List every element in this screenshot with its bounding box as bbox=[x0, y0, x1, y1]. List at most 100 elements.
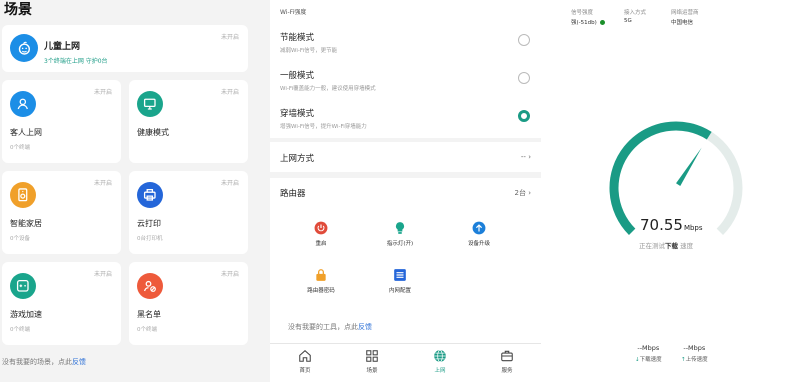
mode-normal[interactable]: 一般模式 Wi-Fi覆盖能力一般，建议使用穿墙模式 bbox=[280, 69, 376, 92]
mode-normal-radio[interactable] bbox=[518, 72, 530, 84]
internet-method-value: -- › bbox=[521, 153, 531, 161]
bulb-icon bbox=[393, 221, 407, 235]
speedtest-panel: 信号强度 强(-51db) 接入方式 5G 网络运营商 中国电信 70.55Mb… bbox=[541, 0, 800, 382]
speed-readout: 70.55Mbps bbox=[640, 216, 703, 234]
internet-method-label: 上网方式 bbox=[280, 154, 315, 164]
nav-label: 场景 bbox=[366, 368, 378, 374]
speed-gauge bbox=[609, 121, 743, 236]
router-section: 路由器 2台 › 重启 指示灯(开) 设备升级 路由器密码 内网配置 没有我要的… bbox=[270, 178, 541, 343]
scene-label: 黑名单 bbox=[137, 310, 161, 319]
scenes-title: 场景 bbox=[4, 2, 32, 18]
scenes-feedback-link[interactable]: 反馈 bbox=[72, 358, 86, 366]
scene-card-cloud-print[interactable]: 未开启 云打印 0台打印机 bbox=[129, 171, 248, 254]
scene-sub: 0个终端 bbox=[10, 327, 30, 333]
scene-sub: 0个设备 bbox=[10, 236, 30, 242]
mode-desc: Wi-Fi覆盖能力一般，建议使用穿墙模式 bbox=[280, 86, 376, 92]
signal-strength-label: 信号强度 bbox=[571, 10, 594, 16]
power-icon bbox=[314, 221, 328, 235]
nav-internet[interactable]: 上网 bbox=[420, 349, 460, 374]
scene-card-health[interactable]: 未开启 健康模式 bbox=[129, 80, 248, 163]
mode-wall-penetration[interactable]: 穿墙模式 增强Wi-Fi信号，提升Wi-Fi穿墙能力 bbox=[280, 107, 367, 130]
test-status: 正在测试下载 速度 bbox=[639, 240, 693, 250]
scene-status: 未开启 bbox=[220, 89, 239, 96]
access-method-info: 接入方式 5G bbox=[624, 8, 646, 24]
download-speed: --Mbps ↓下载速度 bbox=[635, 344, 662, 363]
list-icon bbox=[393, 268, 407, 282]
upgrade-icon bbox=[472, 221, 486, 235]
wifi-strength-label: Wi-Fi强度 bbox=[280, 9, 307, 16]
tool-router-password[interactable]: 路由器密码 bbox=[291, 268, 351, 294]
speed-value: 70.55 bbox=[640, 216, 683, 234]
nav-home[interactable]: 首页 bbox=[285, 349, 325, 374]
access-method-label: 接入方式 bbox=[624, 10, 647, 16]
internet-method-row[interactable]: 上网方式 -- › bbox=[270, 142, 541, 172]
tool-label: 路由器密码 bbox=[307, 288, 335, 294]
download-value: --Mbps bbox=[637, 344, 660, 352]
download-label-row: ↓下载速度 bbox=[635, 355, 662, 363]
gauge-needle bbox=[676, 147, 702, 186]
tools-feedback-link[interactable]: 反馈 bbox=[358, 323, 372, 331]
mode-power-save-radio[interactable] bbox=[518, 34, 530, 46]
kids-online-title: 儿童上网 bbox=[44, 42, 81, 52]
test-status-mode: 下载 bbox=[665, 242, 678, 250]
tool-reboot[interactable]: 重启 bbox=[291, 221, 351, 247]
scene-label: 客人上网 bbox=[10, 128, 42, 137]
signal-strength-text: 强(-51db) bbox=[571, 20, 597, 26]
globe-icon bbox=[434, 349, 446, 363]
tools-feedback-text: 没有我要的工具，点此 bbox=[288, 323, 358, 331]
download-label: 下载速度 bbox=[639, 357, 662, 363]
scene-card-blacklist[interactable]: 未开启 黑名单 0个终端 bbox=[129, 262, 248, 345]
scene-card-game-boost[interactable]: 未开启 游戏加速 0个终端 bbox=[2, 262, 121, 345]
bottom-nav: 首页 场景 上网 服务 bbox=[270, 343, 541, 382]
nav-label: 服务 bbox=[501, 368, 513, 374]
chevron-right-icon: › bbox=[528, 189, 531, 197]
speaker-icon bbox=[10, 182, 36, 208]
tool-label: 指示灯(开) bbox=[386, 241, 414, 247]
nav-scenes[interactable]: 场景 bbox=[352, 349, 392, 374]
router-count-text: 2台 bbox=[514, 189, 526, 197]
tools-feedback: 没有我要的工具，点此反馈 bbox=[288, 322, 372, 332]
nav-services[interactable]: 服务 bbox=[487, 349, 527, 374]
scene-label: 健康模式 bbox=[137, 128, 169, 137]
kids-online-sub: 3个终端在上网 守护0台 bbox=[44, 58, 108, 65]
upload-value: --Mbps bbox=[683, 344, 706, 352]
isp-info: 网络运营商 中国电信 bbox=[671, 8, 699, 26]
kids-online-status: 未开启 bbox=[220, 34, 239, 41]
scene-label: 游戏加速 bbox=[10, 310, 42, 319]
router-count[interactable]: 2台 › bbox=[514, 188, 531, 198]
test-status-suffix: 速度 bbox=[680, 242, 694, 250]
lock-icon bbox=[314, 268, 328, 282]
kid-face-icon bbox=[10, 34, 38, 62]
nav-label: 上网 bbox=[434, 368, 446, 374]
tool-indicator-light[interactable]: 指示灯(开) bbox=[370, 221, 430, 247]
speed-unit: Mbps bbox=[683, 224, 703, 232]
signal-strength-info: 信号强度 强(-51db) bbox=[571, 8, 605, 26]
scene-card-guest[interactable]: 未开启 客人上网 0个终端 bbox=[2, 80, 121, 163]
signal-strength-value: 强(-51db) bbox=[571, 18, 605, 26]
wifi-strength-section: Wi-Fi强度 节能模式 减弱Wi-Fi信号，更节能 一般模式 Wi-Fi覆盖能… bbox=[270, 0, 541, 138]
access-method-value: 5G bbox=[624, 18, 632, 24]
grid-icon bbox=[366, 350, 378, 362]
scenes-panel: 场景 儿童上网 3个终端在上网 守护0台 未开启 未开启 客人上网 0个终端 未… bbox=[0, 0, 262, 382]
kids-online-card[interactable]: 儿童上网 3个终端在上网 守护0台 未开启 bbox=[2, 25, 248, 72]
tool-lan-config[interactable]: 内网配置 bbox=[370, 268, 430, 294]
upload-speed: --Mbps ↑上传速度 bbox=[681, 344, 708, 363]
mode-desc: 减弱Wi-Fi信号，更节能 bbox=[280, 48, 338, 54]
upload-label: 上传速度 bbox=[685, 357, 708, 363]
signal-dot-icon bbox=[599, 20, 605, 25]
tool-device-upgrade[interactable]: 设备升级 bbox=[449, 221, 509, 247]
mode-power-save[interactable]: 节能模式 减弱Wi-Fi信号，更节能 bbox=[280, 31, 337, 54]
scene-card-smart-home[interactable]: 未开启 智能家居 0个设备 bbox=[2, 171, 121, 254]
briefcase-icon bbox=[501, 350, 513, 362]
mode-wall-penetration-radio[interactable] bbox=[518, 110, 530, 122]
home-icon bbox=[299, 350, 311, 362]
printer-icon bbox=[137, 182, 163, 208]
scene-status: 未开启 bbox=[93, 180, 112, 187]
scene-status: 未开启 bbox=[220, 271, 239, 278]
gamepad-icon bbox=[10, 273, 36, 299]
scene-sub: 0个终端 bbox=[137, 327, 157, 333]
scene-status: 未开启 bbox=[93, 271, 112, 278]
router-panel: Wi-Fi强度 节能模式 减弱Wi-Fi信号，更节能 一般模式 Wi-Fi覆盖能… bbox=[270, 0, 541, 382]
scene-sub: 0个终端 bbox=[10, 145, 30, 151]
upload-label-row: ↑上传速度 bbox=[681, 355, 708, 363]
